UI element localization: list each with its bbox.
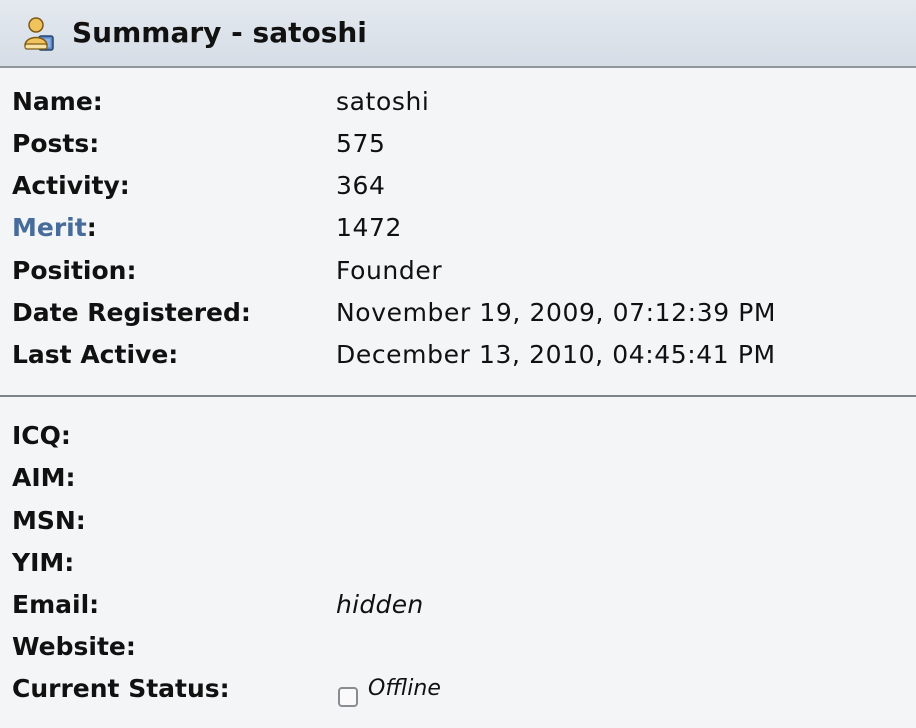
last-active-row: Last Active: December 13, 2010, 04:45:41…	[0, 334, 916, 376]
name-label: Name:	[12, 87, 103, 116]
date-registered-label: Date Registered:	[12, 298, 251, 327]
activity-label: Activity:	[12, 171, 130, 200]
yim-row: YIM:	[0, 542, 916, 584]
offline-status-icon	[338, 687, 358, 707]
position-value: Founder	[336, 256, 443, 285]
position-row: Position: Founder	[0, 250, 916, 292]
current-status-value: Offline	[368, 676, 441, 701]
name-value: satoshi	[336, 87, 430, 116]
last-active-label: Last Active:	[12, 340, 179, 369]
merit-label: Merit:	[12, 207, 97, 249]
summary-header: Summary - satoshi	[0, 0, 916, 68]
merit-row: Merit: 1472	[0, 207, 916, 249]
icq-label: ICQ:	[12, 421, 71, 450]
date-registered-value: November 19, 2009, 07:12:39 PM	[336, 298, 777, 327]
email-label: Email:	[12, 590, 100, 619]
name-row: Name: satoshi	[0, 81, 916, 123]
yim-label: YIM:	[12, 548, 75, 577]
merit-link[interactable]: Merit	[12, 213, 87, 242]
current-status-label: Current Status:	[12, 674, 230, 703]
icq-row: ICQ:	[0, 415, 916, 457]
activity-value: 364	[336, 171, 386, 200]
merit-value: 1472	[336, 213, 403, 242]
section-divider	[0, 395, 916, 397]
position-label: Position:	[12, 256, 137, 285]
aim-row: AIM:	[0, 457, 916, 499]
email-row: Email: hidden	[0, 584, 916, 626]
email-value: hidden	[336, 590, 424, 619]
date-registered-row: Date Registered: November 19, 2009, 07:1…	[0, 292, 916, 334]
user-profile-icon	[24, 17, 54, 51]
last-active-value: December 13, 2010, 04:45:41 PM	[336, 340, 776, 369]
aim-label: AIM:	[12, 463, 76, 492]
website-row: Website:	[0, 626, 916, 668]
current-status-row: Current Status:	[0, 668, 916, 710]
page-title: Summary - satoshi	[72, 16, 367, 49]
posts-value: 575	[336, 129, 386, 158]
website-label: Website:	[12, 632, 136, 661]
msn-label: MSN:	[12, 506, 86, 535]
posts-row: Posts: 575	[0, 123, 916, 165]
merit-label-colon: :	[86, 213, 97, 242]
msn-row: MSN:	[0, 500, 916, 542]
activity-row: Activity: 364	[0, 165, 916, 207]
posts-label: Posts:	[12, 129, 100, 158]
